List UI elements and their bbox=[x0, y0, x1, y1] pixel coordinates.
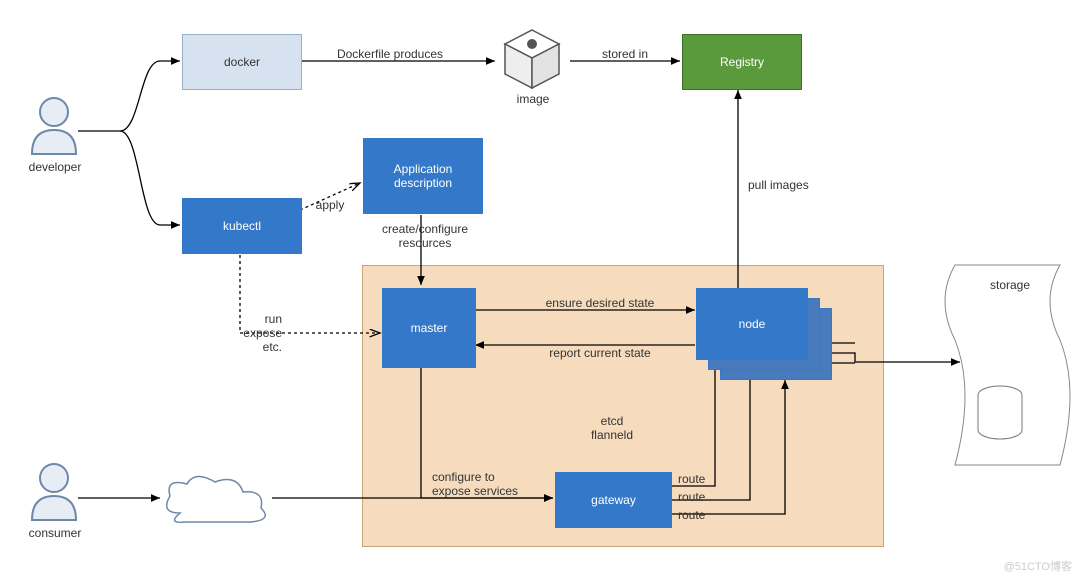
pull-label: pull images bbox=[748, 178, 828, 192]
ensure-label: ensure desired state bbox=[520, 296, 680, 310]
docker-box: docker bbox=[182, 34, 302, 90]
apply-label: apply bbox=[308, 198, 352, 212]
report-label: report current state bbox=[520, 346, 680, 360]
etcd-label: etcd flanneld bbox=[572, 414, 652, 442]
appdesc-label: Application description bbox=[394, 162, 453, 190]
runexpose-label: run expose etc. bbox=[222, 312, 282, 354]
dockerfile-label: Dockerfile produces bbox=[320, 47, 460, 61]
master-box: master bbox=[382, 288, 476, 368]
gateway-box: gateway bbox=[555, 472, 672, 528]
cfgexp-label: configure to expose services bbox=[432, 470, 542, 498]
route1-label: route bbox=[678, 472, 718, 486]
watermark: @51CTO博客 bbox=[1004, 558, 1072, 574]
route2-label: route bbox=[678, 490, 718, 504]
developer-label: developer bbox=[20, 160, 90, 174]
kubectl-box: kubectl bbox=[182, 198, 302, 254]
consumer-label: consumer bbox=[20, 526, 90, 540]
node-label: node bbox=[739, 317, 766, 331]
storedin-label: stored in bbox=[590, 47, 660, 61]
appdesc-box: Application description bbox=[363, 138, 483, 214]
diagram-canvas: docker kubectl Application description R… bbox=[0, 0, 1080, 580]
master-label: master bbox=[411, 321, 448, 335]
registry-label: Registry bbox=[720, 55, 764, 69]
gateway-label: gateway bbox=[591, 493, 636, 507]
route3-label: route bbox=[678, 508, 718, 522]
createcfg-label: create/configure resources bbox=[370, 222, 480, 250]
storage-label: storage bbox=[980, 278, 1040, 292]
image-label: image bbox=[508, 92, 558, 106]
registry-box: Registry bbox=[682, 34, 802, 90]
node-box-1: node bbox=[696, 288, 808, 360]
kubectl-label: kubectl bbox=[223, 219, 261, 233]
docker-label: docker bbox=[224, 55, 260, 69]
